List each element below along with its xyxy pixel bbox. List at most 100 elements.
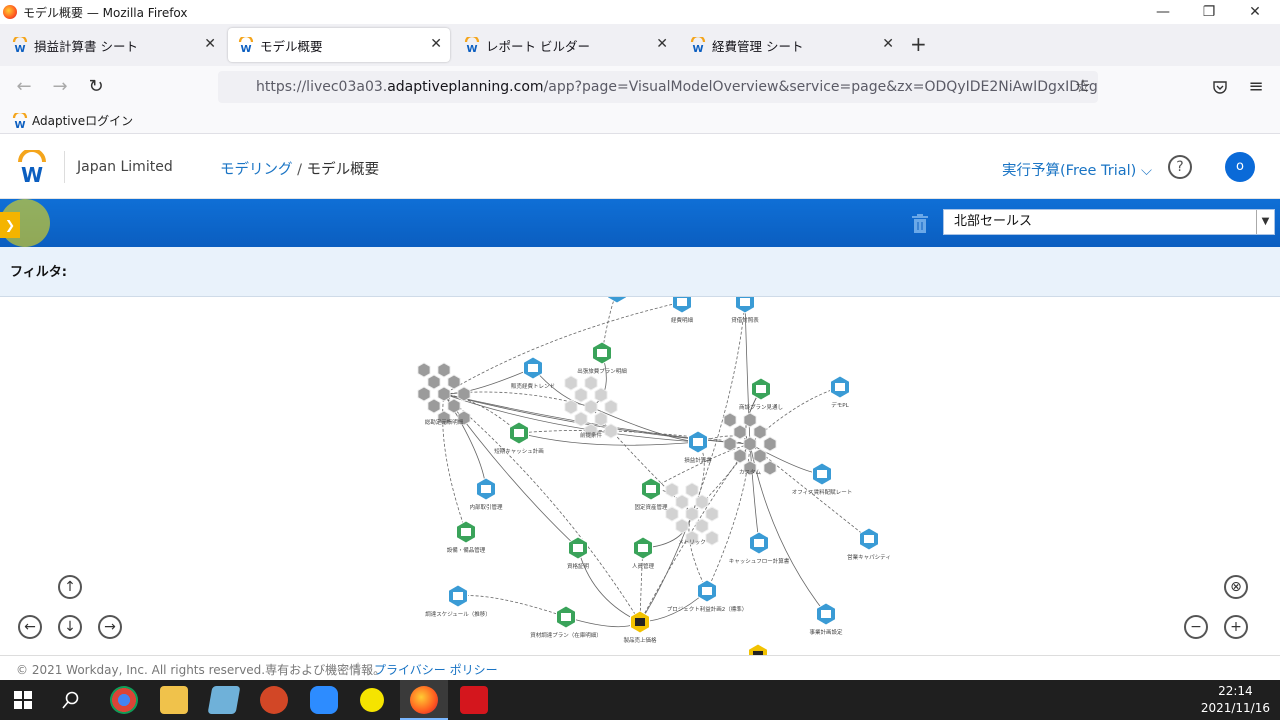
close-tab-icon[interactable]: ✕ xyxy=(430,36,442,52)
breadcrumb-modeling-link[interactable]: モデリング xyxy=(220,162,293,178)
privacy-policy-link[interactable]: プライバシー ポリシー xyxy=(374,661,498,678)
fit-to-screen-button[interactable]: ⊗ xyxy=(1224,575,1248,599)
graph-node[interactable]: 内部取引管理 xyxy=(469,477,503,511)
zoom-app-icon[interactable] xyxy=(310,686,338,714)
search-icon[interactable] xyxy=(62,691,80,709)
navigation-bar: ← → ↻ https://livec03a03. adaptiveplannin… xyxy=(0,66,1280,108)
trash-icon[interactable] xyxy=(910,213,930,235)
hub-cell xyxy=(457,386,471,402)
hub-cell xyxy=(427,374,441,390)
pan-left-button[interactable]: ← xyxy=(18,615,42,639)
close-tab-icon[interactable]: ✕ xyxy=(204,36,216,52)
graph-node[interactable]: 資材調達プラン（在庫明細） xyxy=(530,605,602,639)
close-window-button[interactable]: ✕ xyxy=(1232,0,1278,24)
plan-selector[interactable]: 実行予算(Free Trial) ⌵ xyxy=(1002,159,1152,180)
hub-cell xyxy=(695,494,709,510)
svg-text:W: W xyxy=(240,44,251,53)
firefox-taskbar-icon[interactable] xyxy=(410,686,438,714)
graph-node[interactable]: カスタム xyxy=(723,412,777,476)
graph-node[interactable]: 人員管理 xyxy=(632,536,655,570)
model-graph-canvas[interactable]: 経費明細 貸借対照表出張旅費プラン明細 販売経費トレンド 総勘定元帳明細 前提条件 商談プ… xyxy=(0,297,1280,655)
hub-cell xyxy=(417,362,431,378)
clock-date: 2021/11/16 xyxy=(1200,701,1270,715)
node-label: キャッシュフロー計算書 xyxy=(729,557,790,565)
graph-node[interactable]: メトリック xyxy=(665,482,719,546)
minimize-button[interactable]: — xyxy=(1140,0,1186,24)
hub-cell xyxy=(574,411,588,427)
graph-node[interactable]: プロジェクト利益計画2（標準） xyxy=(667,579,748,613)
graph-node[interactable]: 営業キャパシティ xyxy=(847,527,891,561)
bookmark-adaptive-login[interactable]: Adaptiveログイン xyxy=(32,112,133,129)
breadcrumb: モデリング / モデル概要 xyxy=(220,158,379,179)
file-explorer-icon[interactable] xyxy=(160,686,188,714)
sheet-icon xyxy=(561,613,571,621)
tab-label: レポート ビルダー xyxy=(486,38,590,54)
zoom-out-button[interactable]: − xyxy=(1184,615,1208,639)
graph-node[interactable]: 資格証明 xyxy=(567,536,590,570)
zoom-in-button[interactable]: + xyxy=(1224,615,1248,639)
forward-icon[interactable]: → xyxy=(48,75,72,99)
menu-icon[interactable]: ≡ xyxy=(1244,75,1268,99)
new-tab-button[interactable]: + xyxy=(910,32,927,56)
acrobat-icon[interactable] xyxy=(460,686,488,714)
sheet-icon xyxy=(514,429,524,437)
workday-icon: W xyxy=(238,37,254,53)
graph-node[interactable]: 出張旅費プラン明細 xyxy=(577,341,627,375)
back-icon[interactable]: ← xyxy=(12,75,36,99)
tab-expense-management[interactable]: W 経費管理 シート ✕ xyxy=(680,28,902,62)
powerpoint-icon[interactable] xyxy=(260,686,288,714)
tab-bar: W 損益計算書 シート ✕ W モデル概要 ✕ W レポート ビルダー ✕ W … xyxy=(0,24,1280,66)
highlighter-app-icon[interactable] xyxy=(360,688,384,712)
hub-cell xyxy=(564,399,578,415)
graph-node[interactable]: 販売経費トレンド xyxy=(511,356,555,390)
close-tab-icon[interactable]: ✕ xyxy=(656,36,668,52)
tab-model-overview[interactable]: W モデル概要 ✕ xyxy=(228,28,450,62)
header-divider xyxy=(64,151,65,183)
graph-node[interactable]: 貸借対照表 xyxy=(731,297,759,324)
level-select[interactable]: 北部セールス ▼ xyxy=(943,209,1275,235)
hub-cell xyxy=(685,506,699,522)
graph-node[interactable]: キャッシュフロー計算書 xyxy=(729,531,790,565)
graph-node[interactable] xyxy=(748,643,768,655)
tab-income-statement[interactable]: W 損益計算書 シート ✕ xyxy=(2,28,224,62)
pan-up-button[interactable]: ↑ xyxy=(58,575,82,599)
pocket-icon[interactable] xyxy=(1212,79,1228,95)
help-button[interactable]: ? xyxy=(1168,155,1192,179)
svg-text:W: W xyxy=(21,163,43,184)
pan-right-button[interactable]: → xyxy=(98,615,122,639)
graph-node[interactable]: 設備・備品管理 xyxy=(447,520,486,554)
maximize-button[interactable]: ❐ xyxy=(1186,0,1232,24)
url-bar[interactable]: https://livec03a03. adaptiveplanning.com /… xyxy=(218,71,1098,103)
graph-node[interactable]: 経費明細 xyxy=(671,297,694,324)
graph-node[interactable]: 固定資産管理 xyxy=(634,477,668,511)
pan-down-button[interactable]: ↓ xyxy=(58,615,82,639)
graph-node[interactable]: デモPL xyxy=(830,375,850,409)
avatar[interactable]: o xyxy=(1225,152,1255,182)
graph-node[interactable]: 短期キャッシュ計画 xyxy=(494,421,544,455)
close-tab-icon[interactable]: ✕ xyxy=(882,36,894,52)
model-graph[interactable]: 経費明細 貸借対照表出張旅費プラン明細販売経費トレンド 総勘定元帳明細 前提条件 商談プ… xyxy=(0,297,1280,655)
reload-icon[interactable]: ↻ xyxy=(84,75,108,99)
notepad-icon[interactable] xyxy=(207,686,241,714)
bookmark-star-icon[interactable]: ☆ xyxy=(1071,75,1095,99)
standard-sheet-node[interactable] xyxy=(607,297,627,304)
graph-node[interactable] xyxy=(607,297,627,304)
hub-cell xyxy=(427,398,441,414)
tab-label: モデル概要 xyxy=(260,38,323,54)
graph-node[interactable]: 損益計算書 xyxy=(684,430,712,464)
hub-cell xyxy=(437,362,451,378)
tab-report-builder[interactable]: W レポート ビルダー ✕ xyxy=(454,28,676,62)
workday-logo-icon[interactable]: W xyxy=(17,150,47,184)
expand-panel-button[interactable]: ❯ xyxy=(0,212,20,238)
node-label: 短期キャッシュ計画 xyxy=(494,447,544,455)
graph-node[interactable]: 商談プラン見通し xyxy=(739,377,783,411)
sheet-icon xyxy=(638,544,648,552)
graph-node[interactable]: 前提条件 xyxy=(564,375,618,439)
windows-start-icon[interactable] xyxy=(14,691,32,709)
hub-cell xyxy=(675,518,689,534)
graph-node[interactable]: 総勘定元帳明細 xyxy=(417,362,471,426)
chrome-icon[interactable] xyxy=(110,686,138,714)
node-label: 商談プラン見通し xyxy=(739,403,783,411)
graph-node[interactable]: 調達スケジュール（推移） xyxy=(425,584,491,618)
graph-node[interactable]: 事業計画設定 xyxy=(809,602,843,636)
